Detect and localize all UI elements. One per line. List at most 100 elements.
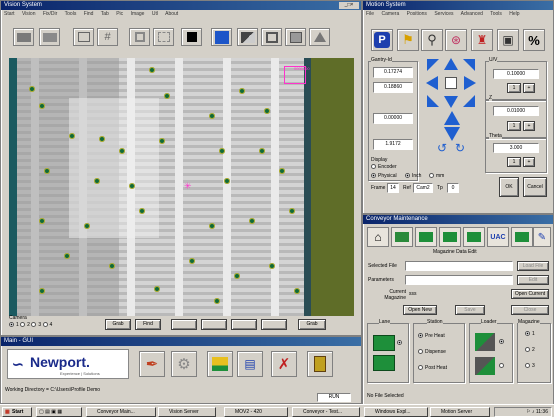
jog-down-arrow[interactable] xyxy=(444,96,458,108)
save-button[interactable]: Save xyxy=(455,305,485,315)
robot-icon[interactable]: ⚙ xyxy=(171,351,197,377)
physical-radio[interactable]: Physical xyxy=(371,173,397,179)
frame-tool-button[interactable] xyxy=(129,28,150,46)
marker-icon[interactable]: ♜ xyxy=(471,29,493,51)
menu-item[interactable]: Tools xyxy=(490,11,502,17)
station-tab-icon[interactable] xyxy=(391,227,413,247)
lane-icon-2[interactable] xyxy=(373,355,395,371)
start-button[interactable]: ▦ Start xyxy=(2,407,32,417)
menu-item[interactable]: Utl xyxy=(152,11,158,17)
bottom-button-6[interactable] xyxy=(261,319,287,330)
house-tab-icon[interactable]: ⌂ xyxy=(367,227,389,247)
parameters-select[interactable] xyxy=(405,275,513,285)
station-radio-dispense[interactable]: Dispense xyxy=(418,349,446,355)
loader-radio-1[interactable] xyxy=(499,339,506,345)
inch-radio[interactable]: Inch xyxy=(405,173,421,179)
encoder-radio[interactable]: Encoder xyxy=(371,164,397,170)
camera-icon[interactable]: ▣ xyxy=(497,29,519,51)
open-new-button[interactable]: Open New xyxy=(403,305,437,315)
task-conveyor[interactable]: Conveyor Main... xyxy=(86,407,156,417)
jog-down-left-arrow[interactable] xyxy=(427,95,439,107)
diagonal-button[interactable] xyxy=(237,28,258,46)
window-controls[interactable]: _□× xyxy=(339,2,359,9)
theta-step-field[interactable]: 3.000 xyxy=(493,143,539,153)
bottom-button-2[interactable]: Find xyxy=(135,319,161,330)
task-windows-explorer[interactable]: Windows Expl... xyxy=(364,407,428,417)
snap-tool-button[interactable] xyxy=(39,28,60,46)
menu-item[interactable]: Image xyxy=(131,11,145,17)
camera-radio-group[interactable]: 1 2 3 4 xyxy=(9,322,52,328)
menu-item[interactable]: About xyxy=(165,11,178,17)
window-tool-button[interactable] xyxy=(73,28,94,46)
ok-button[interactable]: OK xyxy=(499,177,519,197)
menu-item[interactable]: Tools xyxy=(65,11,77,17)
task-conveyor-test[interactable]: Conveyor - Test... xyxy=(292,407,360,417)
jog-up-right-arrow[interactable] xyxy=(463,59,475,71)
task-vision-server[interactable]: Vision Server xyxy=(158,407,216,417)
menu-item[interactable]: Find xyxy=(84,11,94,17)
lane1-tab-icon[interactable] xyxy=(415,227,437,247)
exit-door-icon[interactable] xyxy=(307,351,333,377)
close-button[interactable]: Close xyxy=(511,305,549,315)
uv-step-down-button[interactable]: 1 xyxy=(507,83,521,93)
z-step-up-button[interactable]: + xyxy=(523,121,535,131)
selected-file-field[interactable] xyxy=(405,261,513,271)
lane-icon[interactable] xyxy=(373,335,395,351)
triangle-tool-button[interactable] xyxy=(309,28,330,46)
z-down-arrow[interactable] xyxy=(444,127,460,141)
grid-tool-button[interactable]: # xyxy=(97,28,118,46)
rotate-cw-icon[interactable]: ↻ xyxy=(455,141,465,155)
theta-step-down-button[interactable]: 1 xyxy=(507,157,521,167)
station-radio-postheat[interactable]: Post Heat xyxy=(418,365,447,371)
black-square-button[interactable] xyxy=(181,28,202,46)
jog-left-arrow[interactable] xyxy=(426,76,438,90)
bottom-button-7[interactable]: Grab xyxy=(298,319,326,330)
bottom-button-1[interactable]: Grab xyxy=(105,319,131,330)
jog-center-button[interactable] xyxy=(445,77,457,89)
task-motion-server[interactable]: Motion Server xyxy=(430,407,490,417)
uv-step-field[interactable]: 0.10000 xyxy=(493,69,539,79)
file-list-icon[interactable]: ▤ xyxy=(237,351,263,377)
rotate-ccw-icon[interactable]: ↺ xyxy=(437,141,447,155)
mm-radio[interactable]: mm xyxy=(429,173,444,179)
chart-icon[interactable] xyxy=(207,351,233,377)
y-position-field[interactable]: 0.18860 xyxy=(373,82,413,93)
edit-button[interactable]: Edit xyxy=(517,275,549,285)
z-position-field[interactable]: 0.00000 xyxy=(373,113,413,124)
cancel-button[interactable]: Cancel xyxy=(523,177,547,197)
pen-tab-icon[interactable]: ✎ xyxy=(533,227,551,247)
open-current-button[interactable]: Open Current xyxy=(511,289,549,299)
menu-item[interactable]: Pic xyxy=(116,11,123,17)
loader-icon[interactable] xyxy=(475,333,495,351)
dispense-tool-icon[interactable]: ✒ xyxy=(139,351,165,377)
percent-icon[interactable]: % xyxy=(523,29,545,51)
bottom-button-4[interactable] xyxy=(201,319,227,330)
menu-item[interactable]: Help xyxy=(509,11,519,17)
tray-icons[interactable]: ⚐ ♪ xyxy=(526,409,536,415)
menu-item[interactable]: Tab xyxy=(101,11,109,17)
magazine-radio-2[interactable]: 2 xyxy=(525,347,535,353)
menu-item[interactable]: File xyxy=(366,11,374,17)
frame-field[interactable]: 14 xyxy=(387,183,399,193)
uac-tab-icon[interactable]: UAC xyxy=(487,227,509,247)
menu-item[interactable]: Advanced xyxy=(461,11,483,17)
x-position-field[interactable]: 0.17274 xyxy=(373,67,413,78)
menu-item[interactable]: Positions xyxy=(407,11,427,17)
unloader-icon[interactable] xyxy=(475,357,495,375)
ref-field[interactable]: Cam2 xyxy=(413,183,433,193)
quick-launch[interactable]: ▢ ▤ ▣ ▦ xyxy=(36,407,82,417)
grab-tool-button[interactable] xyxy=(13,28,34,46)
jog-down-right-arrow[interactable] xyxy=(463,95,475,107)
loader-tab-icon[interactable] xyxy=(511,227,533,247)
search-icon[interactable]: ⚑ xyxy=(397,29,419,51)
loader-radio-2[interactable] xyxy=(499,363,506,369)
tools-icon[interactable]: ✗ xyxy=(271,351,297,377)
bottom-button-5[interactable] xyxy=(231,319,257,330)
panel-button[interactable] xyxy=(261,28,282,46)
menu-item[interactable]: Services xyxy=(434,11,453,17)
box-button[interactable] xyxy=(285,28,306,46)
theta-step-up-button[interactable]: + xyxy=(523,157,535,167)
tile-tool-button[interactable] xyxy=(153,28,174,46)
menu-item[interactable]: Camera xyxy=(381,11,399,17)
menu-item[interactable]: Vision xyxy=(22,11,36,17)
